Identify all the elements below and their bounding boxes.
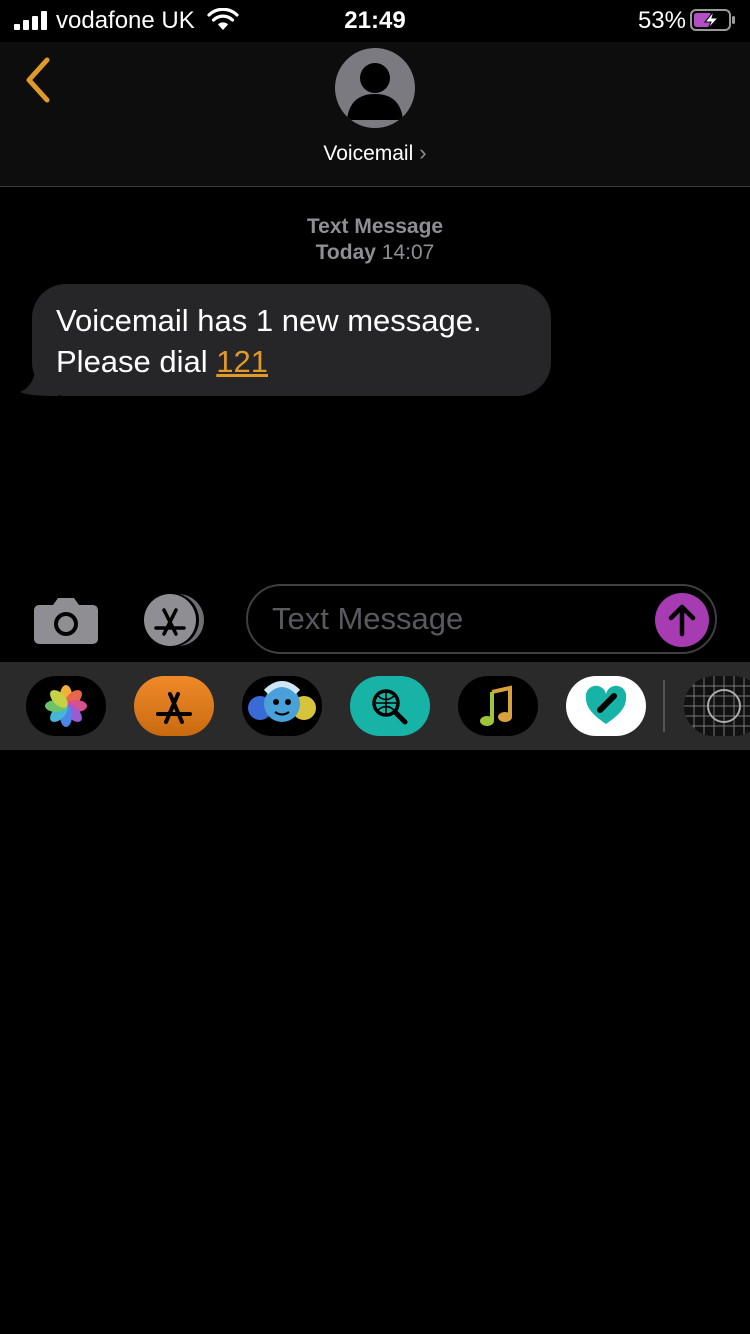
app-drawer <box>0 662 750 750</box>
photos-icon[interactable] <box>26 676 106 736</box>
arrow-up-icon <box>668 604 696 637</box>
contact-name: Voicemail <box>323 142 414 165</box>
day-label: Today <box>315 241 376 264</box>
digital-touch-icon[interactable] <box>566 676 646 736</box>
camera-icon[interactable] <box>33 595 99 645</box>
memoji-icon[interactable] <box>242 676 322 736</box>
message-line-1: Voicemail has 1 new message. <box>56 303 482 338</box>
conversation-header: Voicemail › <box>0 42 750 187</box>
chevron-right-icon: › <box>419 140 427 165</box>
time-label: 14:07 <box>381 241 435 264</box>
incoming-message-bubble[interactable]: Voicemail has 1 new message. Please dial… <box>32 284 551 396</box>
app-drawer-divider <box>663 680 665 732</box>
stickers-icon[interactable] <box>684 676 750 736</box>
phone-number-link[interactable]: 121 <box>216 344 268 379</box>
contact-name-button[interactable]: Voicemail › <box>0 140 750 166</box>
service-label: Text Message <box>306 215 444 238</box>
music-icon[interactable] <box>458 676 538 736</box>
app-store-icon[interactable] <box>140 592 212 648</box>
message-input-field[interactable] <box>246 584 717 654</box>
message-timestamp: Text Message Today 14:07 <box>0 214 750 266</box>
web-search-icon[interactable] <box>350 676 430 736</box>
app-store-app-icon[interactable] <box>134 676 214 736</box>
status-bar: vodafone UK 21:49 53% <box>0 0 750 42</box>
battery-percentage: 53% <box>637 7 686 34</box>
message-text: Please dial <box>56 344 217 379</box>
message-input[interactable] <box>272 596 642 642</box>
battery-charging-icon <box>690 9 735 31</box>
chevron-left-icon[interactable] <box>20 54 56 106</box>
send-button[interactable] <box>655 593 709 647</box>
compose-bar <box>0 580 750 662</box>
avatar[interactable] <box>335 48 415 128</box>
message-line-2: Please dial 121 <box>56 341 527 382</box>
person-icon <box>347 63 403 120</box>
